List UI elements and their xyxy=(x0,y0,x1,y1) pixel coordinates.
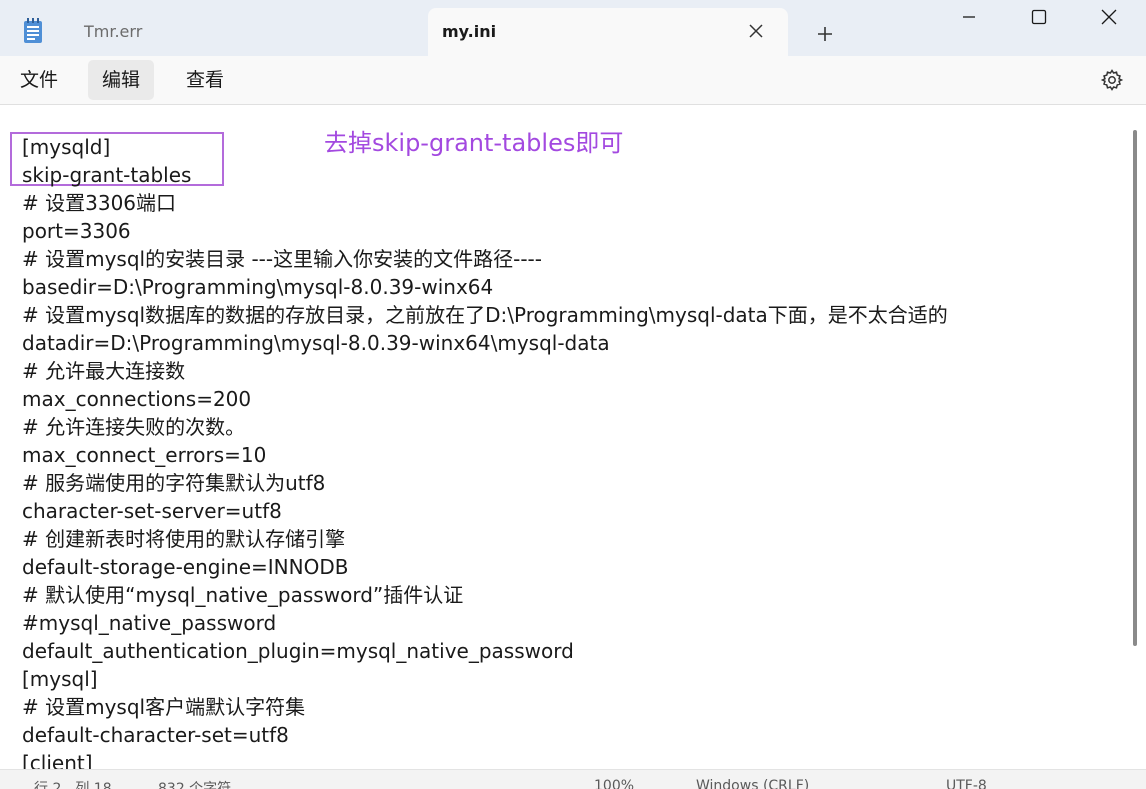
zoom-level[interactable]: 100% xyxy=(594,778,634,789)
tab-my-ini[interactable]: my.ini xyxy=(428,8,788,56)
cursor-position[interactable]: 行 2，列 18 xyxy=(34,778,112,789)
editor-line[interactable]: # 设置mysql客户端默认字符集 xyxy=(22,693,948,721)
notepad-icon xyxy=(24,18,42,43)
plus-icon xyxy=(818,26,832,41)
editor-line[interactable]: # 设置mysql的安装目录 ---这里输入你安装的文件路径---- xyxy=(22,245,948,273)
editor-line[interactable]: default-storage-engine=INNODB xyxy=(22,553,948,581)
close-icon xyxy=(1101,9,1117,25)
menu-file[interactable]: 文件 xyxy=(6,60,72,100)
maximize-icon xyxy=(1031,9,1047,25)
editor-line[interactable]: # 设置mysql数据库的数据的存放目录，之前放在了D:\Programming… xyxy=(22,301,948,329)
close-tab-button[interactable] xyxy=(744,8,768,56)
editor-line[interactable]: skip-grant-tables xyxy=(22,161,948,189)
tab-label: my.ini xyxy=(442,22,497,41)
close-window-button[interactable] xyxy=(1074,0,1144,36)
editor-line[interactable]: port=3306 xyxy=(22,217,948,245)
line-ending[interactable]: Windows (CRLF) xyxy=(696,778,809,789)
character-count: 832 个字符 xyxy=(158,781,232,789)
new-tab-button[interactable] xyxy=(810,16,840,50)
editor-line[interactable]: # 允许连接失败的次数。 xyxy=(22,413,948,441)
menu-bar: 文件 编辑 查看 xyxy=(0,56,1146,105)
editor-line[interactable]: # 服务端使用的字符集默认为utf8 xyxy=(22,469,948,497)
scrollbar-thumb[interactable] xyxy=(1133,130,1137,646)
editor-line[interactable]: character-set-server=utf8 xyxy=(22,497,948,525)
gear-icon[interactable] xyxy=(1100,68,1124,92)
editor-line[interactable]: datadir=D:\Programming\mysql-8.0.39-winx… xyxy=(22,329,948,357)
text-editor[interactable]: 去掉skip-grant-tables即可 [mysqld] skip-grant… xyxy=(0,105,1130,769)
editor-line[interactable]: # 创建新表时将使用的默认存储引擎 xyxy=(22,525,948,553)
status-bar: 行 2，列 18 832 个字符 100% Windows (CRLF) UTF… xyxy=(0,769,1146,789)
editor-line[interactable]: [client] xyxy=(22,749,948,769)
minimize-icon xyxy=(963,16,975,18)
minimize-button[interactable] xyxy=(934,0,1004,36)
editor-line[interactable]: # 允许最大连接数 xyxy=(22,357,948,385)
editor-line[interactable]: basedir=D:\Programming\mysql-8.0.39-winx… xyxy=(22,273,948,301)
editor-line[interactable]: max_connections=200 xyxy=(22,385,948,413)
editor-line[interactable]: default_authentication_plugin=mysql_nati… xyxy=(22,637,948,665)
menu-edit[interactable]: 编辑 xyxy=(88,60,155,100)
title-bar: Tmr.err my.ini xyxy=(0,0,1146,56)
editor-line[interactable]: max_connect_errors=10 xyxy=(22,441,948,469)
editor-line[interactable]: #mysql_native_password xyxy=(22,609,948,637)
editor-line[interactable]: # 默认使用“mysql_native_password”插件认证 xyxy=(22,581,948,609)
editor-line[interactable]: # 设置3306端口 xyxy=(22,189,948,217)
menu-view[interactable]: 查看 xyxy=(172,60,238,100)
editor-lines: [mysqld] skip-grant-tables # 设置3306端口 port=… xyxy=(22,133,948,769)
tab-label: Tmr.err xyxy=(84,22,143,41)
editor-line[interactable]: default-character-set=utf8 xyxy=(22,721,948,749)
close-icon xyxy=(749,24,763,38)
editor-line[interactable]: [mysql] xyxy=(22,665,948,693)
maximize-button[interactable] xyxy=(1004,0,1074,36)
editor-line[interactable]: [mysqld] xyxy=(22,133,948,161)
tab-tmr-err[interactable]: Tmr.err xyxy=(68,8,424,56)
encoding[interactable]: UTF-8 xyxy=(946,778,987,789)
